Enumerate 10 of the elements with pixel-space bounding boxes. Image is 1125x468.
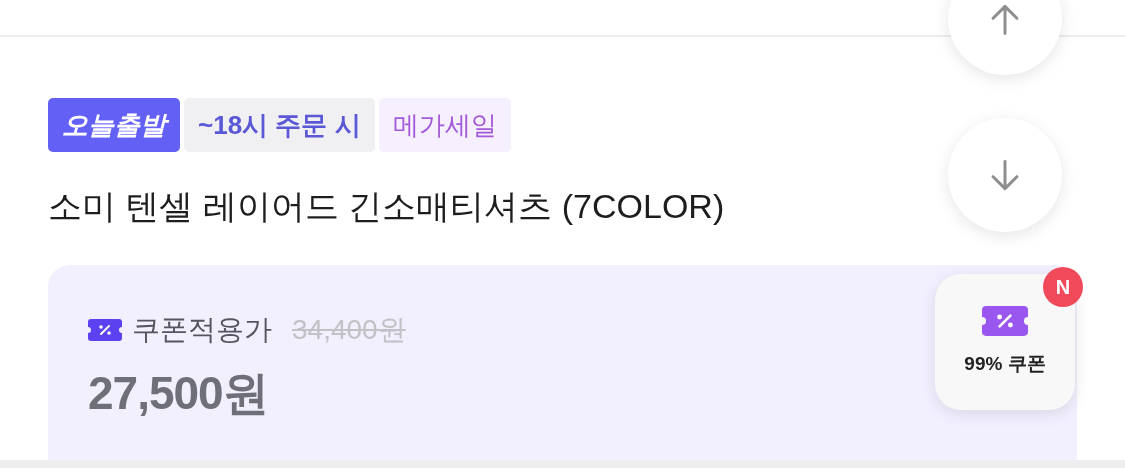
new-badge: N [1043,267,1083,307]
original-price: 34,400원 [292,313,406,347]
coupon-icon [88,319,122,341]
coupon-icon [982,305,1028,336]
tag: 오늘출발 [48,98,180,152]
tag: ~18시 주문 시 [184,98,375,152]
price-label: 쿠폰적용가 [132,313,272,347]
final-price: 27,500원 [88,366,268,421]
product-title: 소미 텐셀 레이어드 긴소매티셔츠 (7COLOR) [48,186,726,227]
tag: 메가세일 [378,98,511,152]
